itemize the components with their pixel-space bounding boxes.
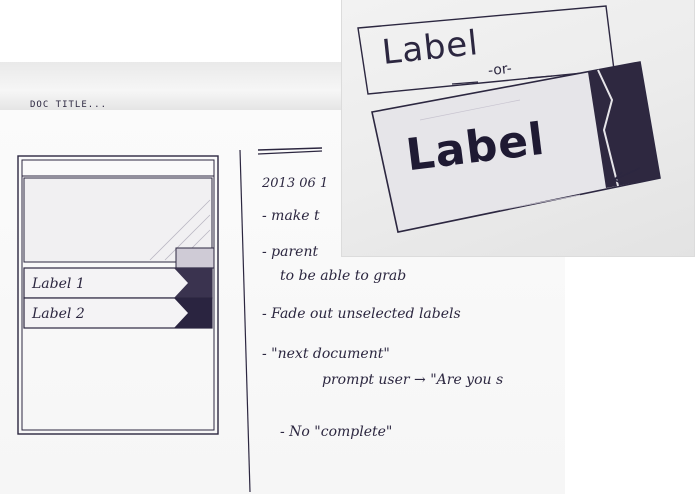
zoom-drawing bbox=[357, 5, 661, 233]
zoom-separator: -or- bbox=[487, 60, 513, 80]
